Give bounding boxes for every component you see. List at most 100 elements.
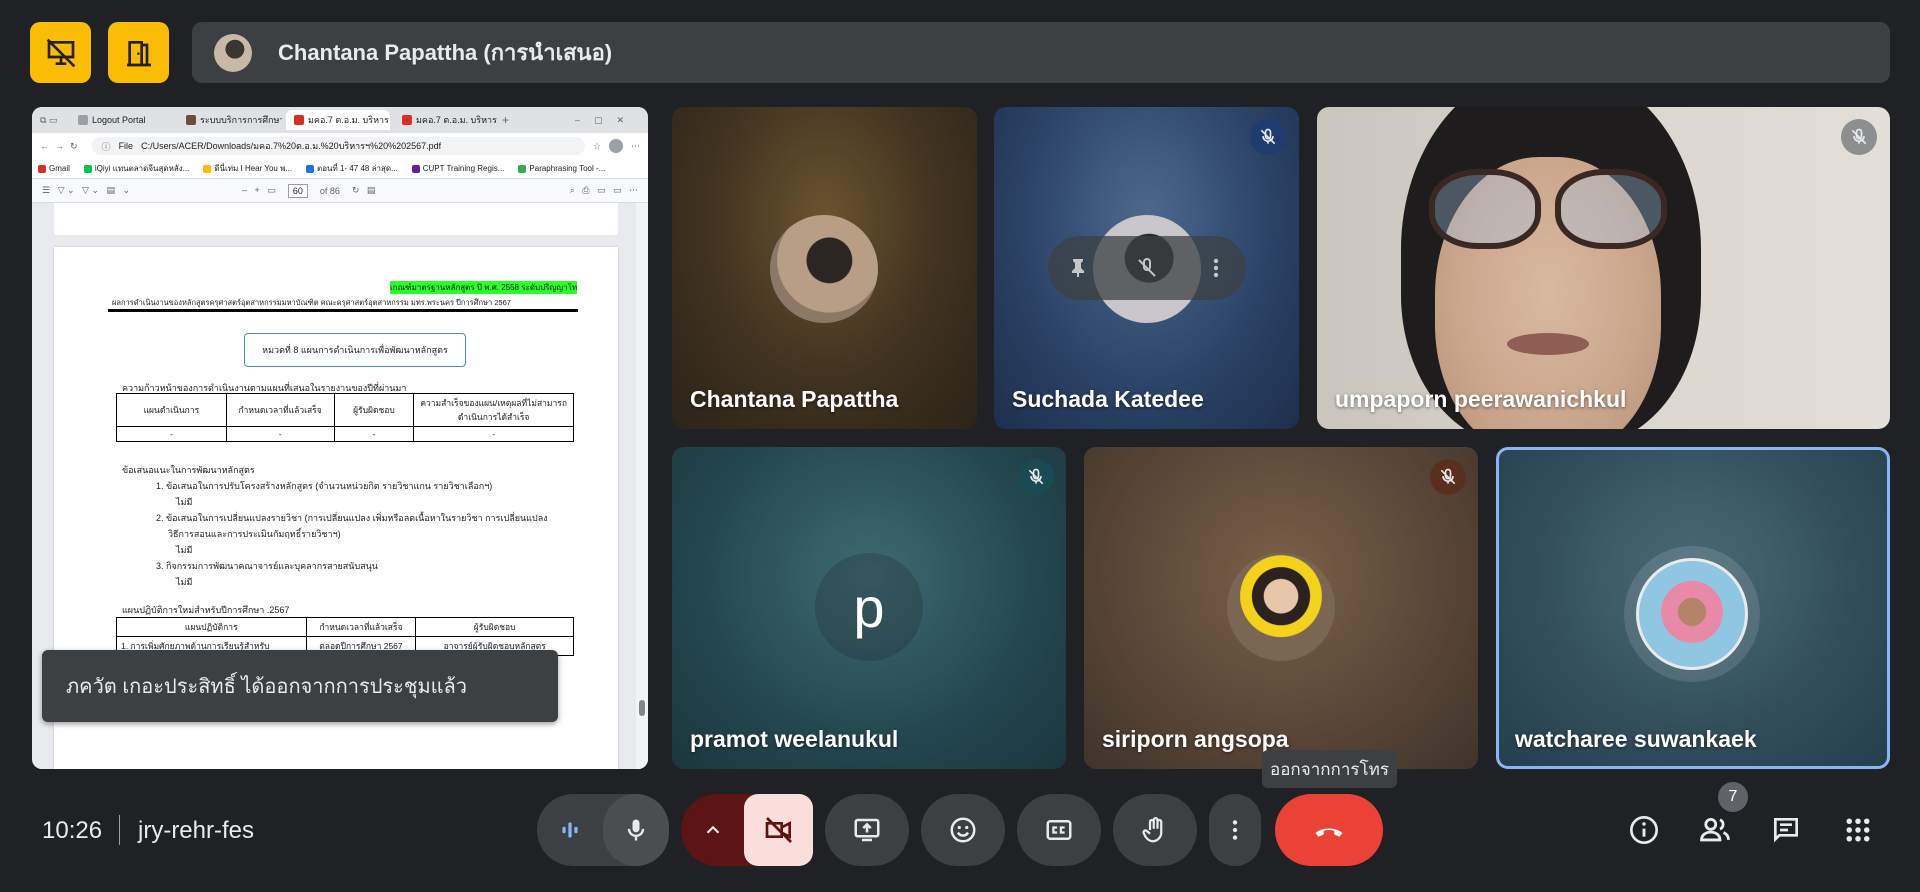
pdf-previous-page — [54, 203, 618, 235]
leave-call-tooltip: ออกจากการโทร — [1262, 750, 1397, 788]
activities-button[interactable] — [1838, 810, 1878, 850]
bookmark-icon — [38, 164, 46, 173]
participant-name: Suchada Katedee — [1012, 386, 1204, 412]
bookmark[interactable]: ดีนี่เท่ม I Hear You พ... — [203, 162, 292, 175]
presentation-off-button[interactable] — [30, 22, 91, 83]
bookmark[interactable]: iQiyi แทนตลาดจีนสุดหลัง... — [83, 162, 189, 175]
tab-favicon-icon — [78, 115, 88, 125]
browser-tab[interactable]: ระบบบริการการศึกษา — [178, 110, 282, 130]
apps-grid-icon — [1846, 818, 1870, 842]
hand-icon — [1142, 817, 1163, 843]
pdf-page-total: of 86 — [319, 185, 340, 196]
pdf-scrollbar[interactable] — [636, 203, 648, 769]
more-icon[interactable]: ⋯ — [631, 141, 640, 152]
new-tab-icon[interactable]: + — [502, 113, 509, 127]
door-icon — [126, 40, 151, 66]
pdf-tools-icon[interactable]: ☰ ▽ ⌄ ▽ ⌄ ▤ ⌄ — [42, 185, 130, 196]
star-icon[interactable]: ☆ — [593, 141, 601, 152]
address-input[interactable]: ⓘ File C:/Users/ACER/Downloads/มคอ.7%20ต… — [91, 137, 585, 155]
profile-icon[interactable] — [609, 139, 623, 153]
video-mouth — [1507, 333, 1589, 355]
pdf-header: ผลการดำเนินงานของหลักสูตรครุศาสตร์อุตสาห… — [112, 298, 511, 307]
pdf-toolbar: ☰ ▽ ⌄ ▽ ⌄ ▤ ⌄ – + ▭ 60 of 86 ↻ ▤ ⌕ ⎙ ▭ ▭… — [32, 179, 648, 203]
rotate-icon[interactable]: ↻ ▤ — [352, 185, 376, 196]
pdf-suggest-title: ข้อเสนอแนะในการพัฒนาหลักสูตร — [122, 465, 255, 475]
bookmark[interactable]: Gmail — [38, 164, 70, 173]
participant-tile[interactable]: Suchada Katedee — [994, 107, 1299, 429]
presenter-name: Chantana Papattha (การนำเสนอ) — [278, 40, 613, 65]
bookmark-icon — [411, 164, 420, 173]
pdf-item: วิธีการสอนและการประเมินกัมฤทธิ์รายวิชาฯ) — [168, 529, 341, 539]
raise-hand-button[interactable] — [1113, 794, 1197, 866]
mic-off-icon — [1028, 468, 1044, 485]
presenter-avatar — [214, 33, 252, 72]
tile-hover-controls — [1048, 236, 1246, 300]
pdf-scroll-thumb[interactable] — [639, 700, 645, 716]
pdf-highlight: เกณฑ์มาตรฐานหลักสูตร ปี พ.ศ. 2558 ระดับป… — [390, 281, 578, 294]
meeting-details-button[interactable] — [1624, 810, 1664, 850]
hang-up-icon — [1315, 828, 1343, 837]
bookmark[interactable]: Paraphrasing Tool -... — [518, 164, 605, 173]
video-glasses-right — [1555, 169, 1667, 249]
info-icon — [1630, 816, 1658, 844]
pdf-item: ไม่มี — [176, 577, 193, 587]
participant-name: umpaporn peerawanichkul — [1335, 386, 1627, 412]
bookmarks-bar: Gmail iQiyi แทนตลาดจีนสุดหลัง... ดีนี่เท… — [32, 159, 648, 179]
pdf-item: ไม่มี — [176, 545, 193, 555]
divider — [119, 815, 120, 845]
nav-arrows-icon[interactable]: ←→↻ — [40, 141, 84, 152]
participant-tile-active[interactable]: watcharee suwankaek — [1496, 447, 1890, 769]
camera-off-button[interactable] — [744, 794, 813, 866]
bookmark-icon — [306, 164, 315, 173]
mic-off-indicator — [1430, 459, 1466, 495]
camera-control-group — [681, 794, 813, 866]
microphone-button[interactable] — [603, 794, 669, 866]
participant-avatar — [770, 215, 878, 323]
window-controls-icon[interactable]: –▢✕ — [575, 115, 638, 126]
people-icon — [1700, 817, 1730, 842]
bookmark-icon — [518, 164, 527, 173]
more-options-icon[interactable] — [1204, 256, 1228, 280]
captions-button[interactable] — [1017, 794, 1101, 866]
browser-tab[interactable]: Logout Portal — [70, 110, 174, 130]
more-options-button[interactable] — [1209, 794, 1261, 866]
camera-settings-button[interactable] — [681, 794, 744, 866]
participant-tile[interactable]: Chantana Papattha — [672, 107, 977, 429]
browser-tab[interactable]: มคอ.7 ต.อ.ม. บริหาร — [394, 110, 498, 130]
present-screen-button[interactable] — [825, 794, 909, 866]
participant-name: siriporn angsopa — [1102, 726, 1289, 752]
mic-off-indicator — [1841, 119, 1877, 155]
pdf-item: 3. กิจกรรมการพัฒนาคณาจารย์และบุคลากรสายส… — [156, 561, 378, 571]
people-button[interactable] — [1695, 810, 1735, 850]
audio-control-group — [537, 794, 669, 866]
emoji-icon — [950, 817, 976, 843]
presenter-bar: Chantana Papattha (การนำเสนอ) — [192, 22, 1890, 83]
participant-name: pramot weelanukul — [690, 726, 899, 752]
participant-tile[interactable]: siriporn angsopa — [1084, 447, 1478, 769]
browser-tab[interactable]: มคอ.7 ต.อ.ม. บริหาร — [286, 110, 390, 130]
tab-actions-icon[interactable]: ⧉ ▭ — [40, 115, 66, 126]
bookmark[interactable]: CUPT Training Regis... — [411, 164, 504, 173]
participant-avatar — [1636, 558, 1748, 670]
participant-tile[interactable]: p pramot weelanukul — [672, 447, 1066, 769]
pdf-rule — [108, 309, 578, 312]
chat-icon — [1774, 818, 1798, 843]
leave-call-button[interactable] — [1275, 794, 1383, 866]
camera-off-icon — [765, 817, 792, 843]
bookmark-icon — [83, 164, 92, 173]
mic-off-indicator — [1250, 119, 1286, 155]
participant-count-badge: 7 — [1718, 782, 1748, 812]
audio-settings-button[interactable] — [537, 794, 603, 866]
exit-presentation-button[interactable] — [108, 22, 169, 83]
pdf-page-input[interactable]: 60 — [287, 183, 308, 198]
mute-participant-icon[interactable] — [1135, 256, 1159, 280]
mic-off-icon — [1851, 128, 1867, 145]
reactions-button[interactable] — [921, 794, 1005, 866]
bookmark[interactable]: ตอนที่ 1- 47 48 ล่าสุด... — [306, 162, 398, 175]
pdf-actions-icon[interactable]: ⌕ ⎙ ▭ ▭ ⋯ — [570, 185, 638, 196]
zoom-controls-icon[interactable]: – + ▭ — [242, 185, 276, 196]
pin-icon[interactable] — [1066, 256, 1090, 280]
chat-button[interactable] — [1766, 810, 1806, 850]
pdf-item: ไม่มี — [176, 497, 193, 507]
participant-tile-video[interactable]: umpaporn peerawanichkul — [1317, 107, 1890, 429]
